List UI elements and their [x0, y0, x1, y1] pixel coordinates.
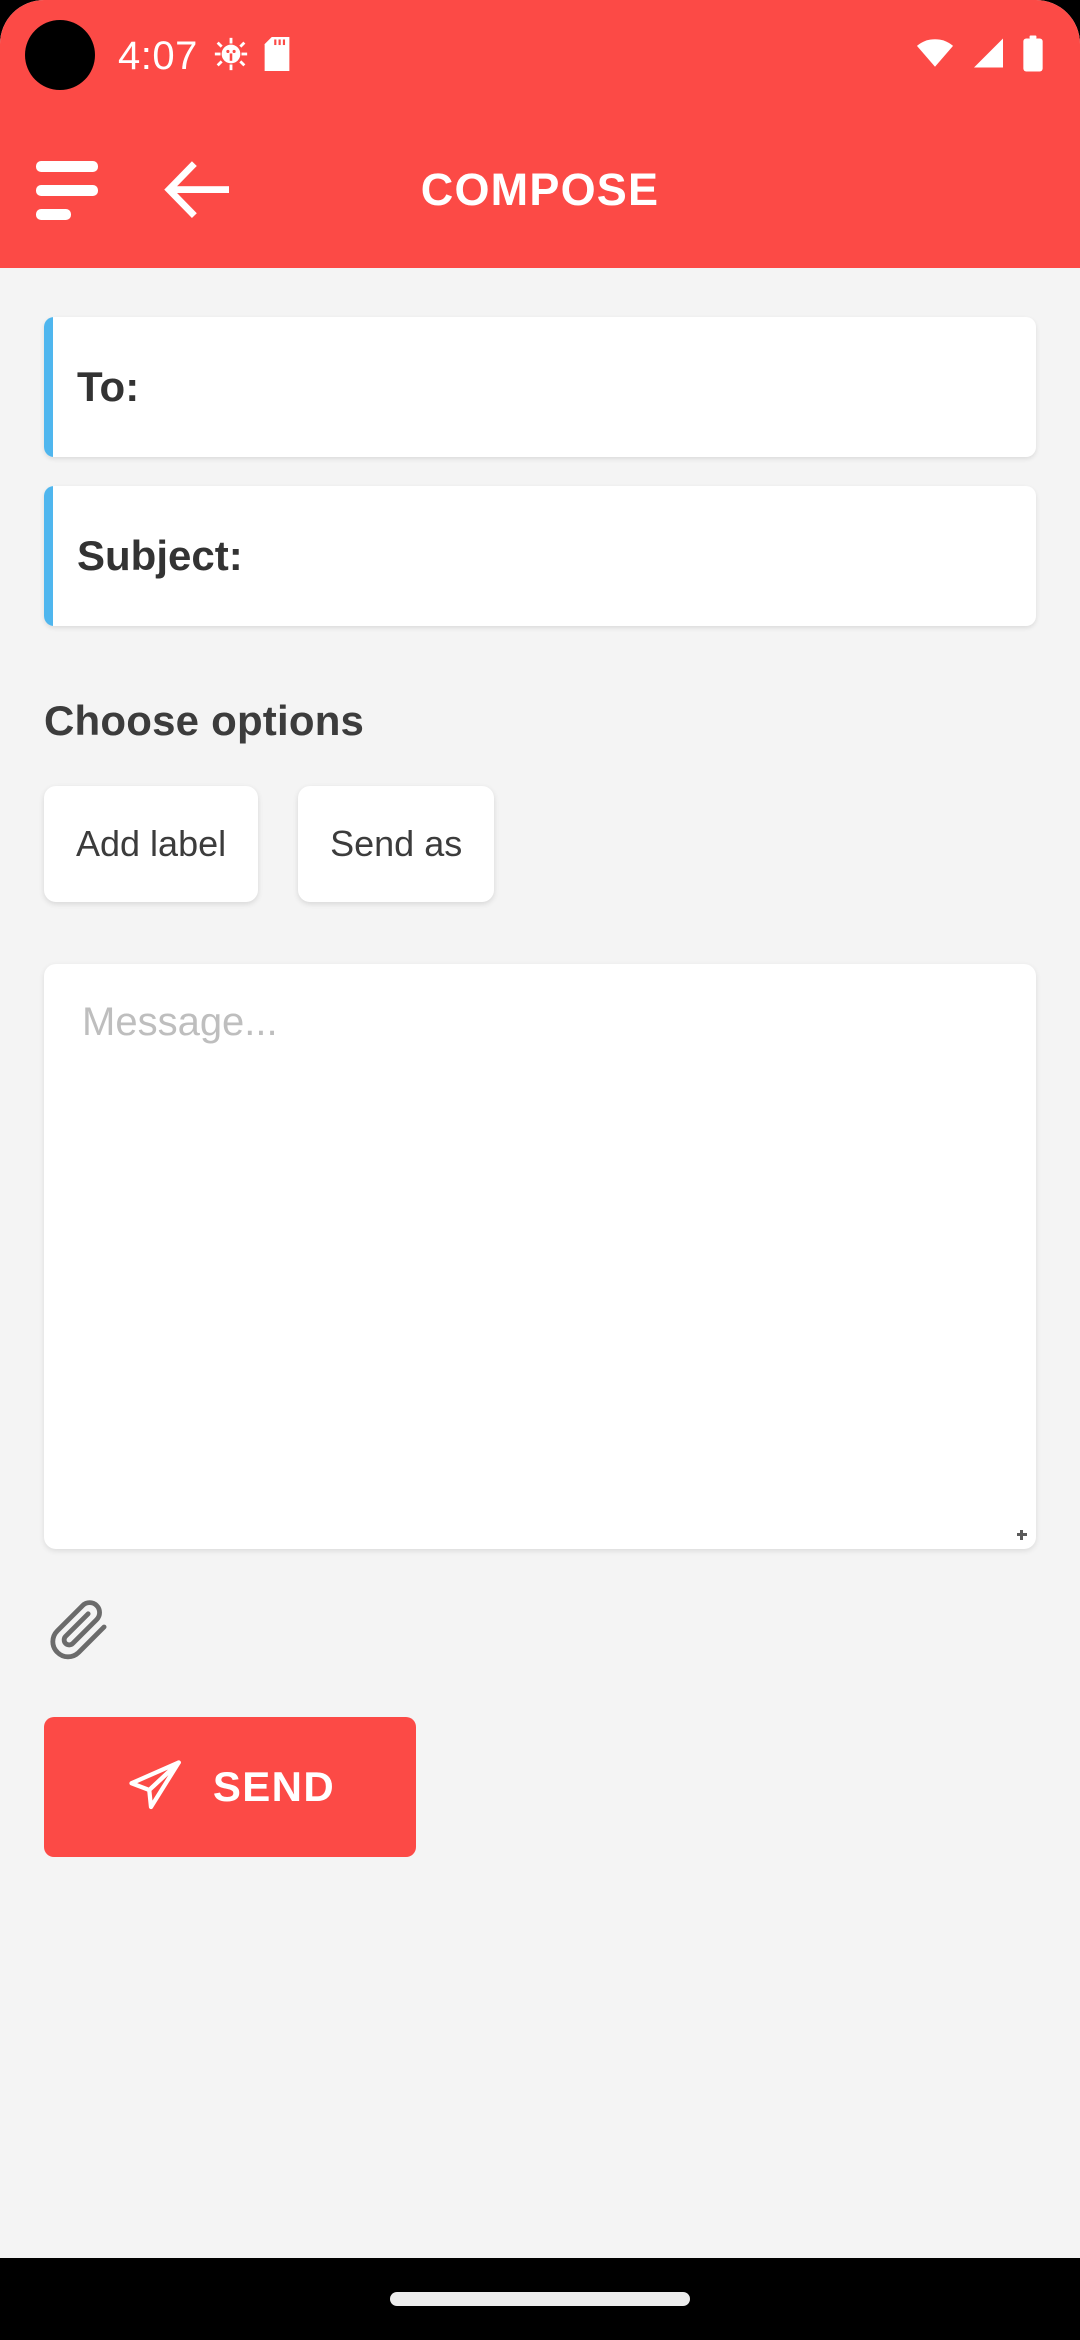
- options-row: Add label Send as: [44, 786, 1036, 902]
- status-bar-left-group: 4:07: [118, 36, 290, 76]
- message-input[interactable]: Message...: [44, 964, 1036, 1549]
- send-as-button[interactable]: Send as: [298, 786, 495, 902]
- phone-screen: 4:07 COMPOSE To: Subject: Choose options…: [0, 0, 1080, 2340]
- to-field[interactable]: To:: [44, 317, 1036, 457]
- compose-form: To: Subject: Choose options Add label Se…: [0, 317, 1080, 2258]
- top-app-bar: COMPOSE: [0, 112, 1080, 268]
- subject-field[interactable]: Subject:: [44, 486, 1036, 626]
- status-bar-clock: 4:07: [118, 34, 198, 78]
- send-button[interactable]: SEND: [44, 1717, 416, 1857]
- textarea-resize-handle[interactable]: [1013, 1526, 1027, 1540]
- sd-card-icon: [264, 36, 290, 76]
- paperclip-icon[interactable]: [44, 1593, 118, 1667]
- battery-full-icon: [1022, 35, 1044, 77]
- android-debug-icon: [214, 37, 248, 76]
- wifi-icon: [916, 39, 954, 74]
- menu-line-3: [36, 208, 71, 220]
- subject-field-label: Subject:: [77, 532, 243, 579]
- app-surface: 4:07 COMPOSE To: Subject: Choose options…: [0, 0, 1080, 2258]
- to-field-label: To:: [77, 363, 140, 410]
- home-gesture-pill[interactable]: [390, 2292, 690, 2306]
- menu-line-2: [36, 184, 98, 196]
- camera-punch-hole: [25, 20, 95, 90]
- status-bar: 4:07: [0, 0, 1080, 112]
- hamburger-menu-icon[interactable]: [36, 160, 98, 220]
- subject-field-accent-bar: [44, 486, 53, 626]
- add-label-button-label: Add label: [76, 823, 227, 864]
- status-bar-right-group: [916, 35, 1044, 77]
- send-as-button-label: Send as: [330, 823, 463, 864]
- send-button-label: SEND: [212, 1763, 336, 1810]
- system-navigation-bar: [0, 2258, 1080, 2340]
- menu-line-1: [36, 160, 98, 172]
- paper-plane-icon: [125, 1755, 185, 1820]
- cellular-signal-icon: [971, 38, 1005, 74]
- to-field-accent-bar: [44, 317, 53, 457]
- add-label-button[interactable]: Add label: [44, 786, 259, 902]
- message-placeholder: Message...: [82, 1000, 278, 1044]
- arrow-left-icon[interactable]: [160, 155, 238, 225]
- choose-options-heading: Choose options: [44, 697, 365, 744]
- page-title: COMPOSE: [420, 164, 660, 215]
